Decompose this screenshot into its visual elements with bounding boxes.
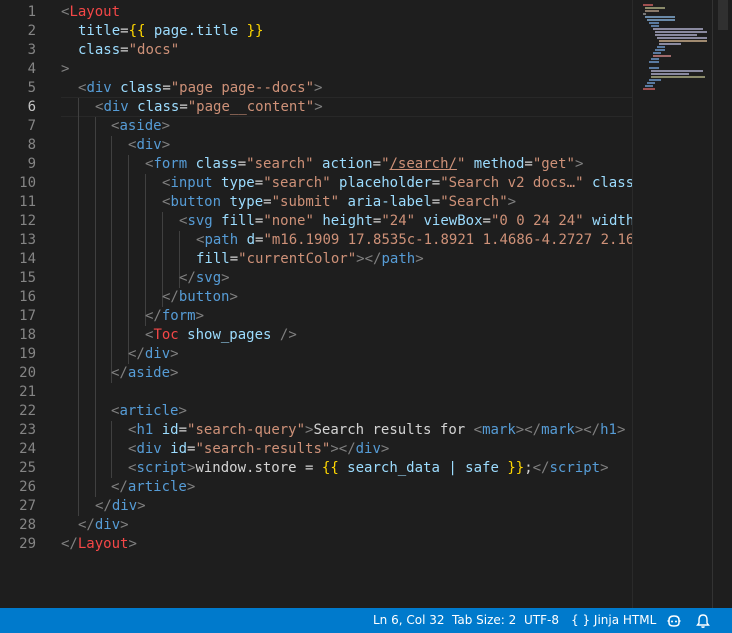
code-line-6: <div class="page__content"> bbox=[95, 99, 323, 115]
line-number: 26 bbox=[19, 479, 36, 495]
code-line-4: > bbox=[61, 61, 70, 77]
line-number: 19 bbox=[19, 346, 36, 362]
code-line-27: </div> bbox=[95, 498, 146, 514]
code-line-15: </svg> bbox=[179, 270, 230, 286]
line-number-active: 6 bbox=[27, 99, 36, 115]
copilot-icon bbox=[667, 614, 681, 627]
braces-icon: { } bbox=[571, 613, 591, 627]
line-number: 27 bbox=[19, 498, 36, 514]
indent-guide bbox=[145, 174, 146, 326]
line-number: 16 bbox=[19, 289, 36, 305]
code-line-28: </div> bbox=[78, 517, 129, 533]
code-line-26: </article> bbox=[111, 479, 196, 495]
code-line-20: </aside> bbox=[111, 365, 179, 381]
line-number: 29 bbox=[19, 536, 36, 552]
code-line-23: <h1 id="search-query">Search results for… bbox=[128, 422, 626, 438]
line-number: 2 bbox=[27, 23, 36, 39]
code-line-3: class="docs" bbox=[78, 42, 180, 58]
bell-icon bbox=[696, 613, 710, 628]
line-number: 28 bbox=[19, 517, 36, 533]
scrollbar-thumb[interactable] bbox=[718, 0, 728, 30]
language-mode-button[interactable]: { } Jinja HTML bbox=[571, 608, 656, 633]
line-number: 12 bbox=[19, 213, 36, 229]
code-line-7: <aside> bbox=[111, 118, 171, 134]
tab-size-button[interactable]: Tab Size: 2 bbox=[452, 608, 516, 633]
indent-guide bbox=[95, 117, 96, 497]
notifications-button[interactable] bbox=[696, 608, 710, 633]
indent-guide bbox=[111, 421, 112, 478]
language-label: Jinja HTML bbox=[593, 613, 657, 627]
code-line-24: <div id="search-results"></div> bbox=[128, 441, 390, 457]
line-number: 22 bbox=[19, 403, 36, 419]
line-number: 24 bbox=[19, 441, 36, 457]
line-number: 15 bbox=[19, 270, 36, 286]
code-line-22: <article> bbox=[111, 403, 187, 419]
line-number: 17 bbox=[19, 308, 36, 324]
copilot-button[interactable] bbox=[666, 608, 682, 633]
line-number: 1 bbox=[27, 4, 36, 20]
code-line-2: title={{ page.title }} bbox=[78, 23, 264, 39]
code-line-11: <button type="submit" aria-label="Search… bbox=[162, 194, 517, 210]
code-line-19: </div> bbox=[128, 346, 179, 362]
code-line-5: <div class="page page--docs"> bbox=[78, 80, 323, 96]
status-bar: Ln 6, Col 32 Tab Size: 2 UTF-8 { } Jinja… bbox=[0, 608, 732, 633]
indent-guide bbox=[78, 98, 79, 516]
line-number: 3 bbox=[27, 42, 36, 58]
indent-guide bbox=[111, 136, 112, 383]
line-number-gutter: 1 2 3 4 5 6 7 8 9 10 11 12 13 14 15 16 1… bbox=[0, 0, 42, 608]
code-line-25: <script>window.store = {{ search_data | … bbox=[128, 460, 609, 476]
encoding-button[interactable]: UTF-8 bbox=[524, 608, 559, 633]
line-number: 20 bbox=[19, 365, 36, 381]
line-number: 18 bbox=[19, 327, 36, 343]
vertical-scrollbar[interactable] bbox=[712, 0, 732, 608]
line-number: 10 bbox=[19, 175, 36, 191]
code-line-10: <input type="search" placeholder="Search… bbox=[162, 175, 632, 191]
line-number: 13 bbox=[19, 232, 36, 248]
code-line-13: <path d="m16.1909 17.8535c-1.8921 1.4686… bbox=[196, 232, 632, 248]
line-number: 8 bbox=[27, 137, 36, 153]
line-number: 5 bbox=[27, 80, 36, 96]
line-number: 4 bbox=[27, 61, 36, 77]
line-number: 9 bbox=[27, 156, 36, 172]
code-line-17: </form> bbox=[145, 308, 205, 324]
line-number: 14 bbox=[19, 251, 36, 267]
line-number: 7 bbox=[27, 118, 36, 134]
url-link[interactable]: /search/ bbox=[390, 156, 457, 172]
indent-guide bbox=[128, 155, 129, 364]
code-line-14: fill="currentColor"></path> bbox=[196, 251, 424, 267]
code-line-18: <Toc show_pages /> bbox=[145, 327, 297, 343]
code-line-12: <svg fill="none" height="24" viewBox="0 … bbox=[179, 213, 632, 229]
code-line-16: </button> bbox=[162, 289, 238, 305]
code-line-1: <Layout bbox=[61, 4, 121, 20]
code-area[interactable]: <Layout title={{ page.title }} class="do… bbox=[61, 0, 632, 608]
line-number: 11 bbox=[19, 194, 36, 210]
line-number: 21 bbox=[19, 384, 36, 400]
code-editor[interactable]: 1 2 3 4 5 6 7 8 9 10 11 12 13 14 15 16 1… bbox=[0, 0, 632, 608]
code-line-29: </Layout> bbox=[61, 536, 137, 552]
minimap[interactable] bbox=[632, 0, 713, 608]
cursor-position-button[interactable]: Ln 6, Col 32 bbox=[373, 608, 445, 633]
line-number: 23 bbox=[19, 422, 36, 438]
code-line-8: <div> bbox=[128, 137, 171, 153]
code-line-9: <form class="search" action="/search/" m… bbox=[145, 156, 584, 172]
line-number: 25 bbox=[19, 460, 36, 476]
